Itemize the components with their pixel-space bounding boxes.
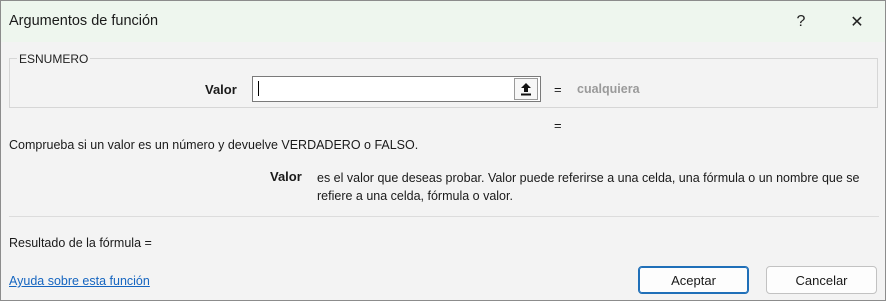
ok-button[interactable]: Aceptar [638, 266, 749, 294]
formula-result-label: Resultado de la fórmula = [9, 236, 152, 250]
cancel-button[interactable]: Cancelar [766, 266, 877, 294]
argument-equals-sign: = [554, 82, 562, 97]
function-result-equals-sign: = [554, 118, 562, 133]
argument-input-box[interactable] [252, 76, 541, 102]
dialog-title: Argumentos de función [9, 13, 159, 29]
collapse-dialog-button[interactable] [514, 78, 538, 100]
argument-result-value: cualquiera [577, 82, 640, 96]
question-mark-icon: ? [796, 13, 806, 30]
argument-description-name: Valor [270, 169, 302, 184]
help-button[interactable]: ? [785, 7, 817, 37]
argument-label: Valor [205, 82, 237, 97]
divider [9, 216, 879, 217]
collapse-dialog-icon [521, 83, 531, 96]
title-bar: Argumentos de función ? ✕ [1, 1, 885, 42]
function-help-link[interactable]: Ayuda sobre esta función [9, 274, 150, 288]
function-arguments-dialog: Argumentos de función ? ✕ ESNUMERO Valor… [0, 0, 886, 301]
argument-description-text: es el valor que deseas probar. Valor pue… [317, 171, 860, 203]
argument-input[interactable] [253, 77, 514, 99]
function-description: Comprueba si un valor es un número y dev… [9, 138, 419, 152]
close-button[interactable]: ✕ [841, 7, 873, 37]
close-icon: ✕ [850, 14, 864, 31]
function-name-label: ESNUMERO [17, 52, 91, 66]
text-caret [258, 81, 259, 96]
